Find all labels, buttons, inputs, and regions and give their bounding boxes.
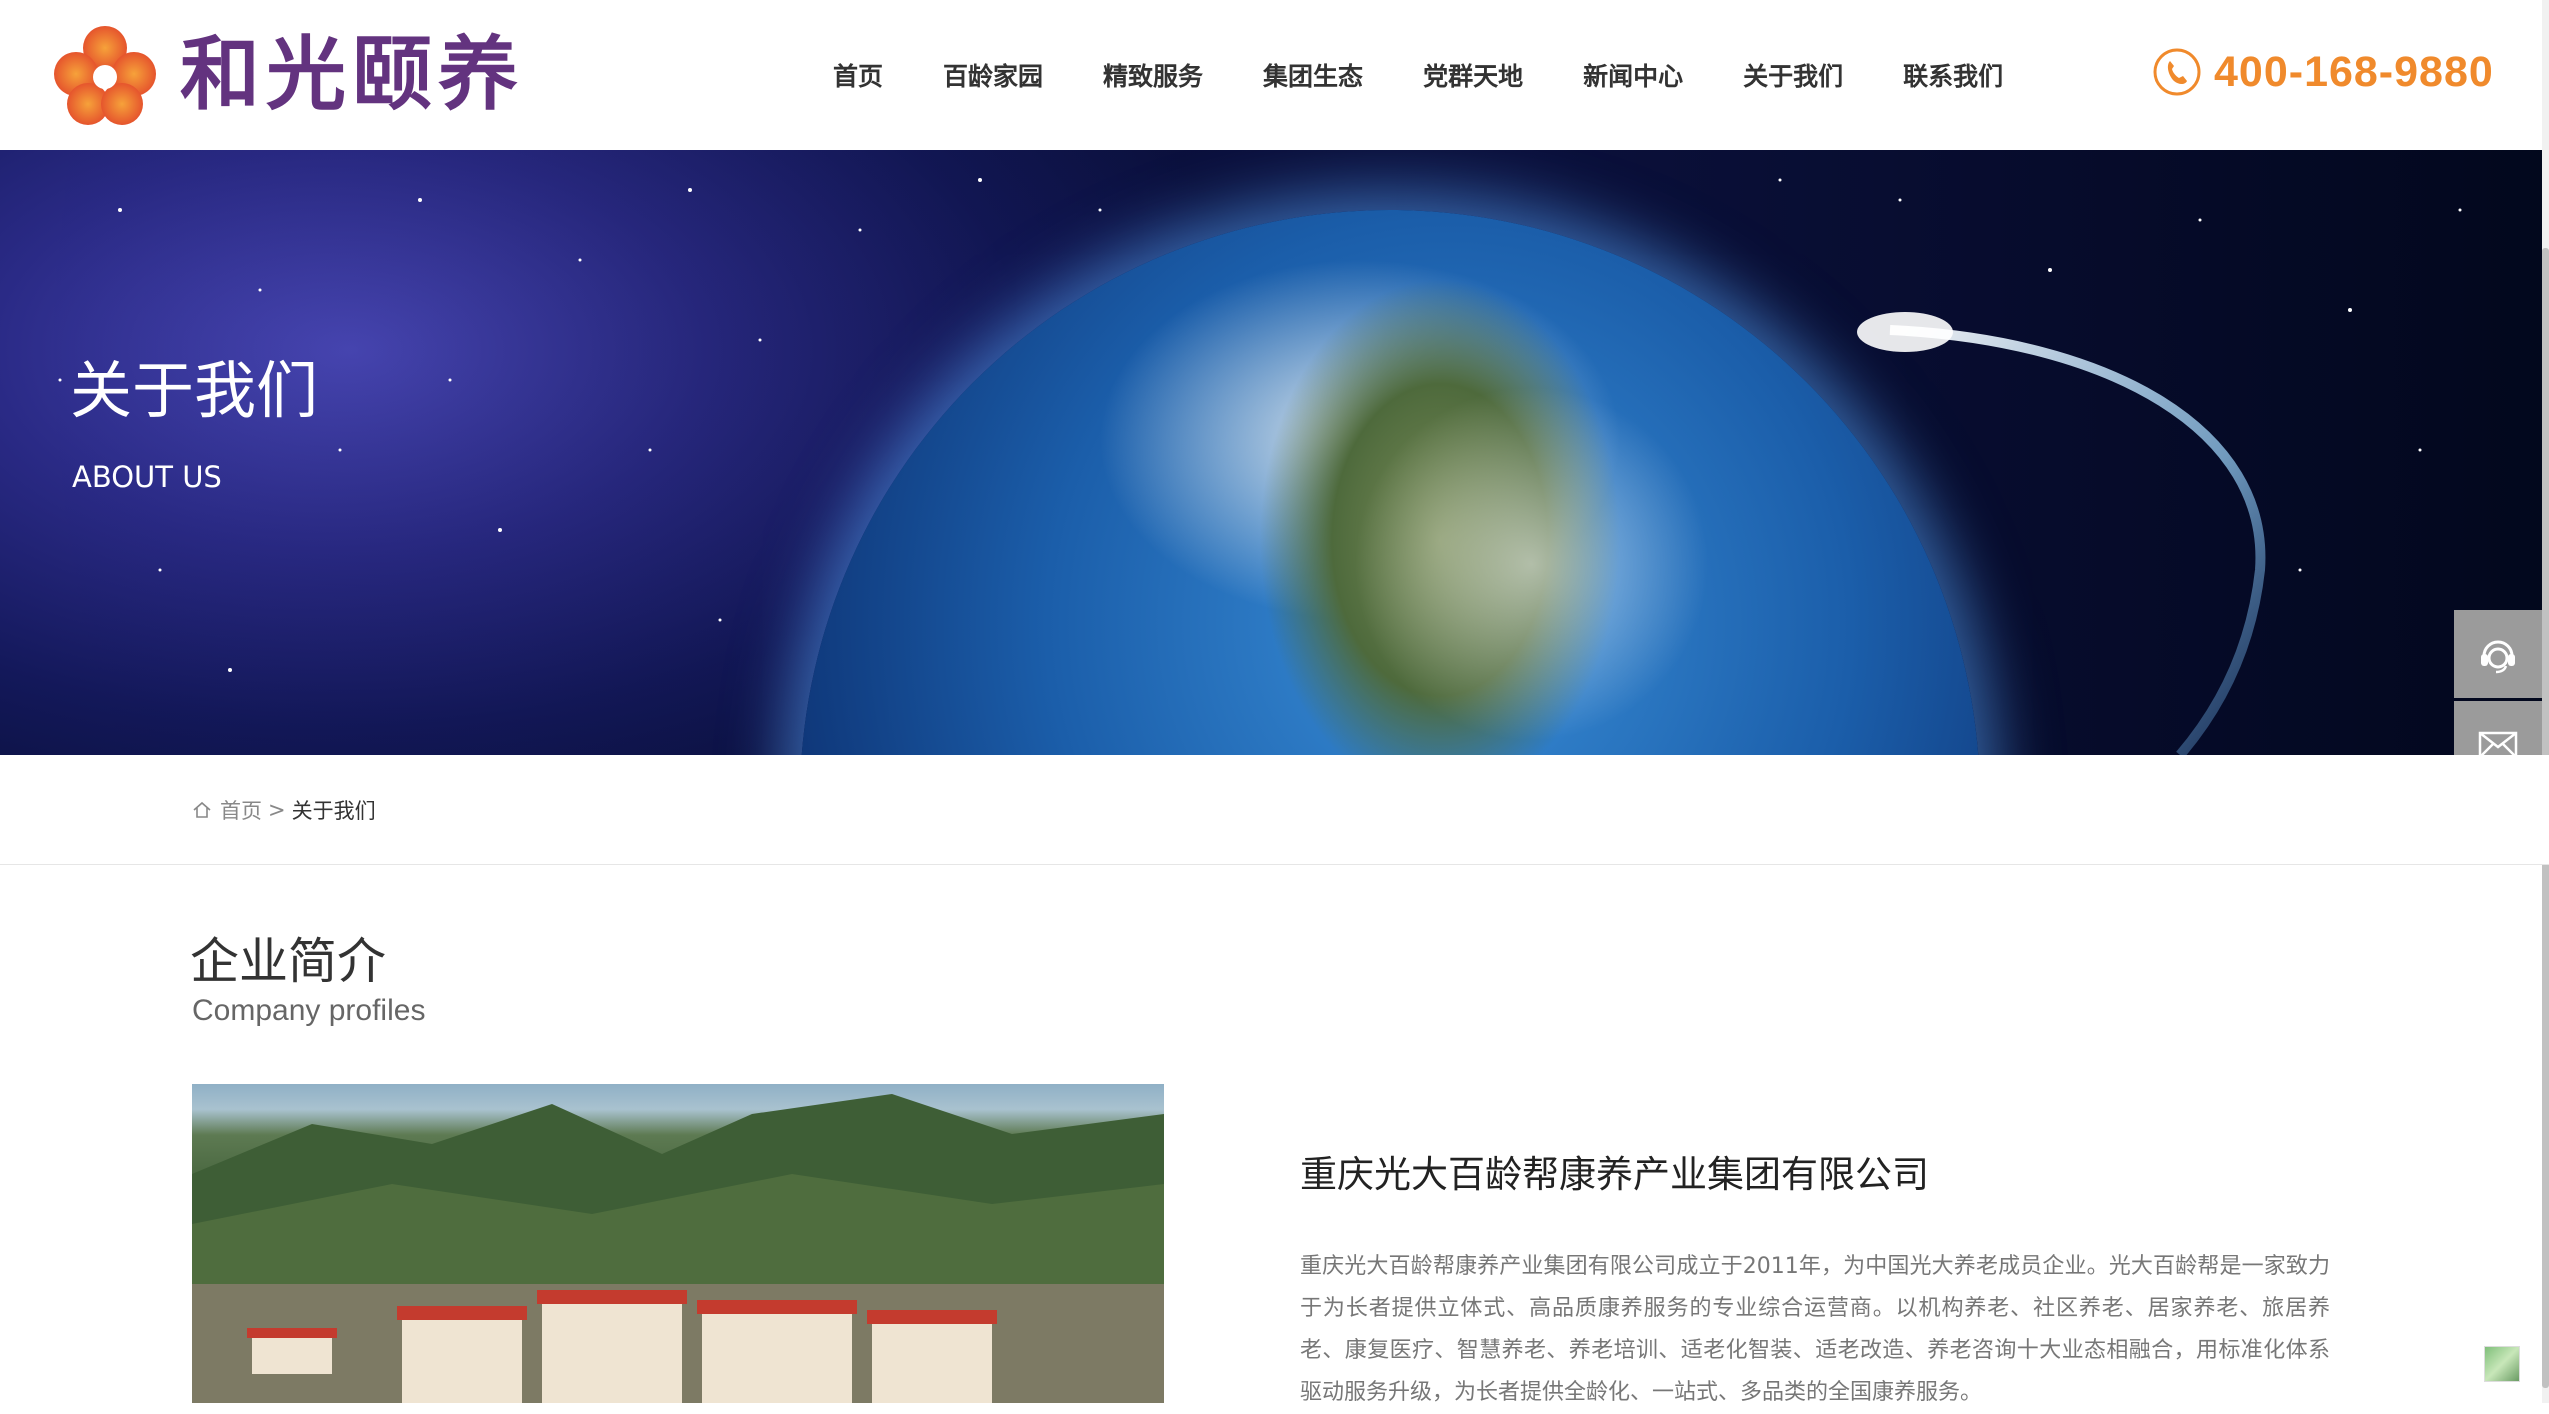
nav-item-about[interactable]: 关于我们	[1743, 57, 1843, 93]
banner-subtitle: ABOUT US	[72, 460, 222, 494]
breadcrumb-home-link[interactable]: 首页	[220, 795, 262, 825]
page-scrollbar[interactable]	[2542, 0, 2549, 1403]
hotline[interactable]: 400-168-9880	[2152, 47, 2494, 97]
customer-service-icon	[2481, 640, 2515, 674]
nav-item-home[interactable]: 首页	[833, 57, 883, 93]
section-subtitle: Company profiles	[192, 994, 426, 1027]
customer-service-button[interactable]	[2454, 610, 2542, 698]
home-icon	[193, 801, 211, 818]
site-logo[interactable]: 和光颐养	[50, 22, 540, 127]
section-title: 企业简介	[190, 933, 387, 990]
page-banner: 关于我们 ABOUT US	[0, 150, 2549, 755]
photo-scene	[192, 1094, 1164, 1403]
breadcrumb-current: 关于我们	[291, 799, 376, 823]
comet-trail	[1857, 312, 2266, 755]
breadcrumb-bar: 首页 > 关于我们	[0, 755, 2549, 865]
main-nav: 首页 百龄家园 精致服务 集团生态 党群天地 新闻中心 关于我们 联系我们	[800, 0, 2063, 150]
nav-item-contact[interactable]: 联系我们	[1903, 57, 2003, 93]
phone-icon	[2153, 48, 2201, 96]
nav-item-bailing-home[interactable]: 百龄家园	[943, 57, 1043, 93]
logo-flower-icon	[54, 26, 156, 125]
logo-text: 和光颐养	[180, 28, 524, 121]
hotline-number: 400-168-9880	[2214, 47, 2494, 96]
breadcrumb: 首页 > 关于我们	[192, 795, 376, 825]
banner-title: 关于我们	[70, 354, 319, 427]
corner-thumbnail[interactable]	[2484, 1346, 2520, 1382]
company-name: 重庆光大百龄帮康养产业集团有限公司	[1300, 1153, 1929, 1196]
nav-item-news[interactable]: 新闻中心	[1583, 57, 1683, 93]
company-description: 重庆光大百龄帮康养产业集团有限公司成立于2011年，为中国光大养老成员企业。光大…	[1300, 1254, 2330, 1405]
nav-item-party[interactable]: 党群天地	[1423, 57, 1523, 93]
company-photo	[192, 1084, 1164, 1403]
nav-item-services[interactable]: 精致服务	[1103, 57, 1203, 93]
breadcrumb-separator: >	[268, 798, 286, 822]
site-header: 和光颐养 首页 百龄家园 精致服务 集团生态 党群天地 新闻中心 关于我们 联系…	[0, 0, 2549, 150]
nav-item-group-ecology[interactable]: 集团生态	[1263, 57, 1363, 93]
